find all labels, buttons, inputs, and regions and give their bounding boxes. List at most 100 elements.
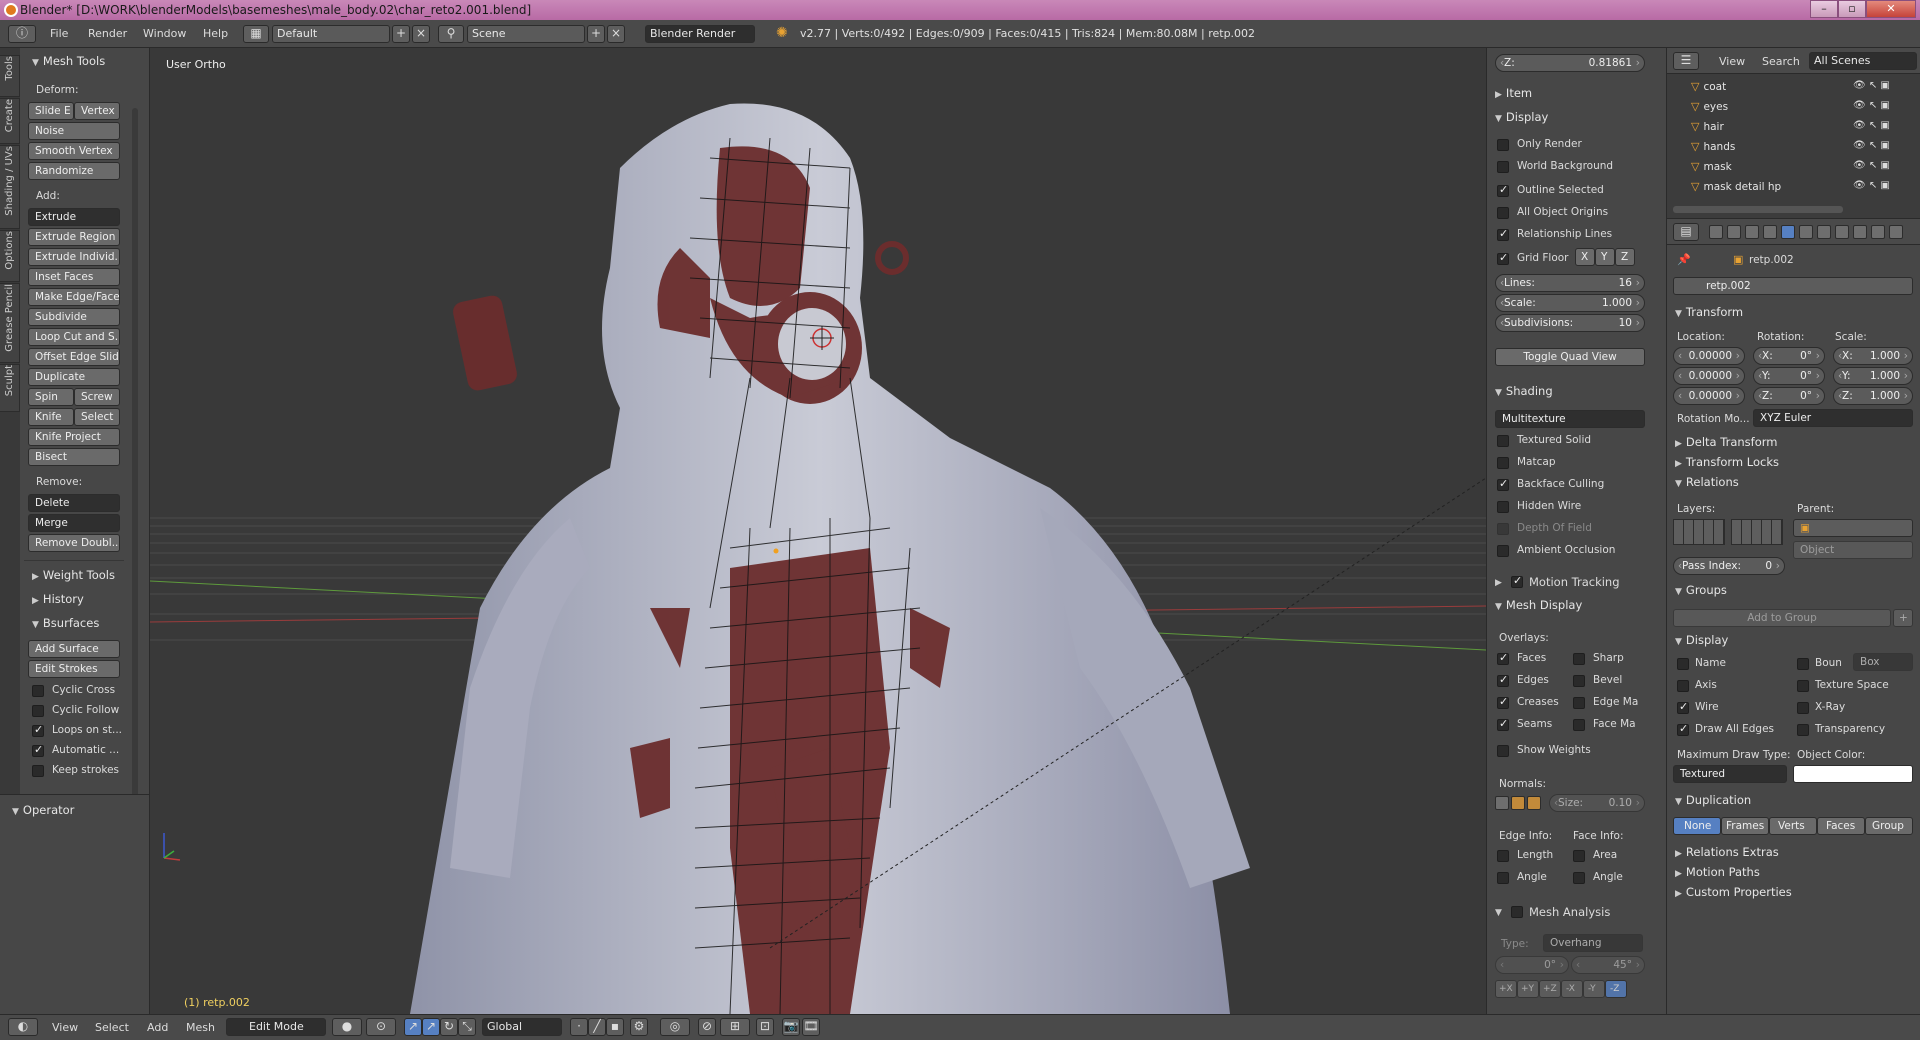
layout-remove-icon[interactable]: × <box>412 25 430 43</box>
scene-tab-icon[interactable] <box>1745 225 1759 239</box>
cursor-z-field[interactable]: Z: 0.81861 <box>1495 54 1645 72</box>
constraints-tab-icon[interactable] <box>1799 225 1813 239</box>
keep-strokes-checkbox[interactable] <box>32 765 44 777</box>
knife-select-button[interactable]: Select <box>74 408 120 426</box>
minimize-button[interactable]: – <box>1810 0 1838 18</box>
show-bounds-checkbox[interactable] <box>1797 658 1809 670</box>
all-object-origins-checkbox[interactable] <box>1497 207 1509 219</box>
vertex-normals-icon[interactable] <box>1495 796 1509 810</box>
render-tab-icon[interactable] <box>1709 225 1723 239</box>
max-draw-type-select[interactable]: Textured <box>1673 765 1787 783</box>
shading-header[interactable]: ▼ Shading <box>1495 384 1553 398</box>
layers-tab-icon[interactable] <box>1727 225 1741 239</box>
operator-header[interactable]: ▼ Operator <box>12 803 74 817</box>
add-group-plus-button[interactable]: + <box>1893 609 1913 627</box>
show-weights-checkbox[interactable] <box>1497 745 1509 757</box>
layout-add-icon[interactable]: + <box>392 25 410 43</box>
menu-file[interactable]: File <box>50 27 68 40</box>
world-tab-icon[interactable] <box>1763 225 1777 239</box>
menu-window[interactable]: Window <box>143 27 186 40</box>
groups-header[interactable]: ▼ Groups <box>1675 583 1727 597</box>
grid-floor-checkbox[interactable] <box>1497 251 1509 265</box>
hidden-wire-checkbox[interactable] <box>1497 501 1509 513</box>
mesh-tools-header[interactable]: ▼ Mesh Tools <box>32 54 105 68</box>
matcap-checkbox[interactable] <box>1497 457 1509 469</box>
extrude-select[interactable]: Extrude <box>28 208 120 226</box>
object-display-header[interactable]: ▼ Display <box>1675 633 1728 647</box>
normals-size-field[interactable]: Size: 0.10 <box>1549 794 1645 812</box>
relations-header[interactable]: ▼ Relations <box>1675 475 1739 489</box>
menu-view[interactable]: View <box>52 1021 78 1034</box>
relationship-lines-checkbox[interactable] <box>1497 227 1509 241</box>
close-button[interactable]: ✕ <box>1866 0 1916 18</box>
merge-select[interactable]: Merge <box>28 514 120 532</box>
scene-remove-icon[interactable]: × <box>607 25 625 43</box>
slide-edge-button[interactable]: Slide E <box>28 102 74 120</box>
world-background-checkbox[interactable] <box>1497 161 1509 173</box>
edge-angle-checkbox[interactable] <box>1497 872 1509 884</box>
face-marks-overlay-checkbox[interactable] <box>1573 719 1585 731</box>
noise-button[interactable]: Noise <box>28 122 120 140</box>
dup-none-button[interactable]: None <box>1673 817 1721 835</box>
bounds-type-select[interactable]: Box <box>1853 653 1913 671</box>
remove-doubles-button[interactable]: Remove Doubl... <box>28 534 120 552</box>
scale-icon[interactable]: ⤡ <box>458 1018 476 1036</box>
smooth-vertex-button[interactable]: Smooth Vertex <box>28 142 120 160</box>
pass-index-field[interactable]: Pass Index: 0 <box>1673 557 1785 575</box>
textured-solid-checkbox[interactable] <box>1497 435 1509 447</box>
scene-add-icon[interactable]: + <box>587 25 605 43</box>
visibility-eye-icon[interactable]: 👁 ↖ ▣ <box>1853 140 1890 151</box>
history-header[interactable]: ▶ History <box>32 592 84 606</box>
grid-scale-field[interactable]: Scale: 1.000 <box>1495 294 1645 312</box>
cyclic-cross-checkbox[interactable] <box>32 685 44 697</box>
spin-button[interactable]: Spin <box>28 388 74 406</box>
mesh-analysis-header[interactable]: ▼ <box>1495 904 1506 918</box>
outliner-item-hands[interactable]: ▽ hands <box>1691 140 1735 153</box>
grid-subdivisions-field[interactable]: Subdivisions: 10 <box>1495 314 1645 332</box>
transform-header[interactable]: ▼ Transform <box>1675 305 1743 319</box>
randomize-button[interactable]: Randomize <box>28 162 120 180</box>
edges-overlay-checkbox[interactable] <box>1497 673 1509 687</box>
rotation-y-field[interactable]: Y: 0° <box>1753 367 1825 385</box>
maximize-button[interactable]: ▫ <box>1838 0 1866 18</box>
display-header[interactable]: ▼ Display <box>1495 110 1548 124</box>
mesh-display-header[interactable]: ▼ Mesh Display <box>1495 598 1582 612</box>
outliner-view-menu[interactable]: View <box>1719 55 1745 68</box>
menu-add[interactable]: Add <box>147 1021 168 1034</box>
motion-paths-header[interactable]: ▶ Motion Paths <box>1675 865 1760 879</box>
add-surface-button[interactable]: Add Surface <box>28 640 120 658</box>
snap-target-icon[interactable]: ⊡ <box>756 1018 774 1036</box>
scene-field[interactable]: Scene <box>467 25 585 43</box>
dup-verts-button[interactable]: Verts <box>1769 817 1817 835</box>
analysis-min-field[interactable]: 0° <box>1495 956 1569 974</box>
loop-cut-button[interactable]: Loop Cut and S... <box>28 328 120 346</box>
visibility-eye-icon[interactable]: 👁 ↖ ▣ <box>1853 120 1890 131</box>
face-angle-checkbox[interactable] <box>1573 872 1585 884</box>
tool-shelf-scrollbar[interactable] <box>132 108 138 838</box>
transform-locks-header[interactable]: ▶ Transform Locks <box>1675 455 1779 469</box>
pin-icon[interactable]: 📌 <box>1677 253 1691 266</box>
grid-axis-z-toggle[interactable]: Z <box>1615 248 1635 266</box>
outliner-item-hair[interactable]: ▽ hair <box>1691 120 1724 133</box>
parent-field[interactable]: ▣ <box>1793 519 1913 537</box>
properties-editor-icon[interactable]: ▤ <box>1673 223 1699 241</box>
delta-transform-header[interactable]: ▶ Delta Transform <box>1675 435 1777 449</box>
motion-tracking-header[interactable]: ▶ <box>1495 574 1506 588</box>
outliner-item-mask[interactable]: ▽ mask <box>1691 160 1732 173</box>
snap-icon[interactable]: ⊘ <box>698 1018 716 1036</box>
screw-button[interactable]: Screw <box>74 388 120 406</box>
transparency-checkbox[interactable] <box>1797 724 1809 736</box>
draw-all-edges-checkbox[interactable] <box>1677 722 1689 736</box>
backface-culling-checkbox[interactable] <box>1497 477 1509 491</box>
visibility-eye-icon[interactable]: 👁 ↖ ▣ <box>1853 160 1890 171</box>
outliner-search-menu[interactable]: Search <box>1762 55 1800 68</box>
axis-neg-z-button[interactable]: -Z <box>1605 980 1627 998</box>
location-x-field[interactable]: 0.00000 <box>1673 347 1745 365</box>
depth-of-field-checkbox[interactable] <box>1497 523 1509 535</box>
3d-view-editor-icon[interactable]: ◐ <box>8 1018 38 1036</box>
axis-neg-x-button[interactable]: -X <box>1561 980 1583 998</box>
limit-selection-icon[interactable]: ⚙ <box>630 1018 648 1036</box>
editor-type-icon[interactable]: ⓘ <box>8 25 36 43</box>
faces-overlay-checkbox[interactable] <box>1497 651 1509 665</box>
visibility-eye-icon[interactable]: 👁 ↖ ▣ <box>1853 180 1890 191</box>
